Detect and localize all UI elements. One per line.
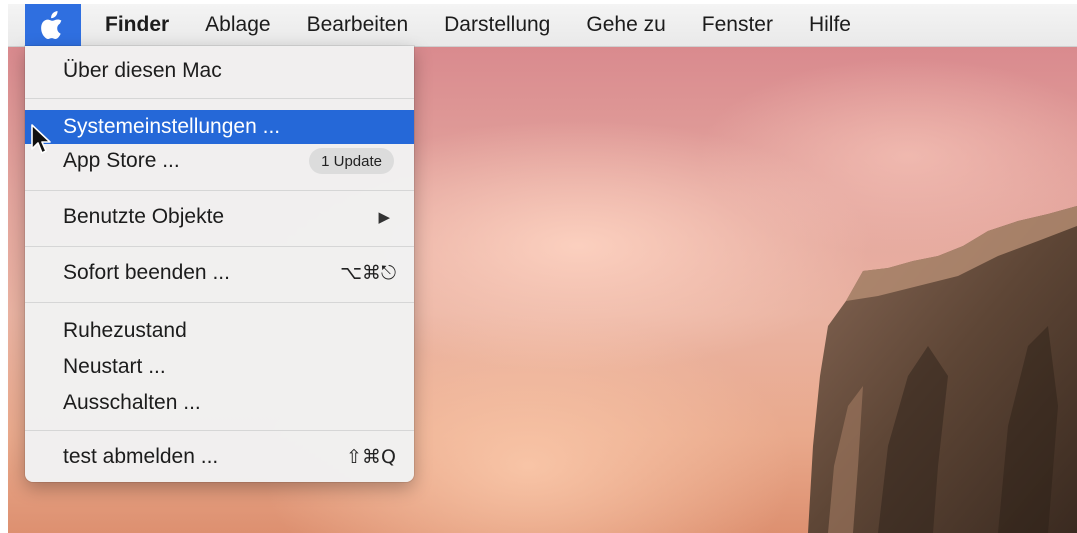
menu-item-sleep[interactable]: Ruhezustand	[25, 314, 414, 348]
menu-separator	[25, 302, 414, 303]
menu-item-shutdown[interactable]: Ausschalten ...	[25, 386, 414, 420]
menu-item-app-store[interactable]: App Store ... 1 Update	[25, 144, 414, 178]
menu-item-restart[interactable]: Neustart ...	[25, 350, 414, 384]
menu-item-label: App Store ...	[63, 149, 180, 172]
force-quit-shortcut: ⌥⌘⎋	[340, 262, 396, 284]
menu-item-label: Sofort beenden ...	[63, 261, 230, 284]
menu-item-label: Über diesen Mac	[63, 59, 222, 82]
menu-item-label: Ausschalten ...	[63, 391, 201, 414]
logout-shortcut: ⇧⌘Q	[346, 446, 396, 468]
menu-fenster[interactable]: Fenster	[702, 13, 773, 37]
apple-menu-button[interactable]	[25, 4, 81, 46]
mouse-pointer-icon	[31, 124, 51, 154]
menu-darstellung[interactable]: Darstellung	[444, 13, 550, 37]
apple-dropdown-menu: Über diesen Mac Systemeinstellungen ... …	[25, 46, 414, 482]
menu-item-about[interactable]: Über diesen Mac	[25, 54, 414, 88]
menu-separator	[25, 98, 414, 99]
menu-separator	[25, 190, 414, 191]
menu-item-logout[interactable]: test abmelden ... ⇧⌘Q	[25, 440, 414, 474]
menu-item-label: Benutzte Objekte	[63, 205, 225, 228]
menu-bearbeiten[interactable]: Bearbeiten	[307, 13, 409, 37]
menu-separator	[25, 430, 414, 431]
menu-item-force-quit[interactable]: Sofort beenden ... ⌥⌘⎋	[25, 256, 414, 290]
menu-item-system-preferences[interactable]: Systemeinstellungen ...	[25, 110, 414, 144]
menu-bar: Finder Ablage Bearbeiten Darstellung Geh…	[8, 4, 1077, 47]
menu-finder[interactable]: Finder	[105, 13, 169, 37]
menu-gehe-zu[interactable]: Gehe zu	[586, 13, 665, 37]
apple-logo-icon	[41, 11, 62, 39]
menu-hilfe[interactable]: Hilfe	[809, 13, 851, 37]
menu-item-label: Systemeinstellungen ...	[63, 115, 281, 138]
submenu-arrow-icon: ▶	[378, 208, 390, 226]
menu-item-label: Ruhezustand	[63, 319, 187, 342]
update-count-badge: 1 Update	[309, 148, 394, 174]
menu-item-recent-items[interactable]: Benutzte Objekte ▶	[25, 200, 414, 234]
menu-item-label: test abmelden ...	[63, 445, 219, 468]
menu-ablage[interactable]: Ablage	[205, 13, 270, 37]
menu-item-label: Neustart ...	[63, 355, 166, 378]
menu-separator	[25, 246, 414, 247]
